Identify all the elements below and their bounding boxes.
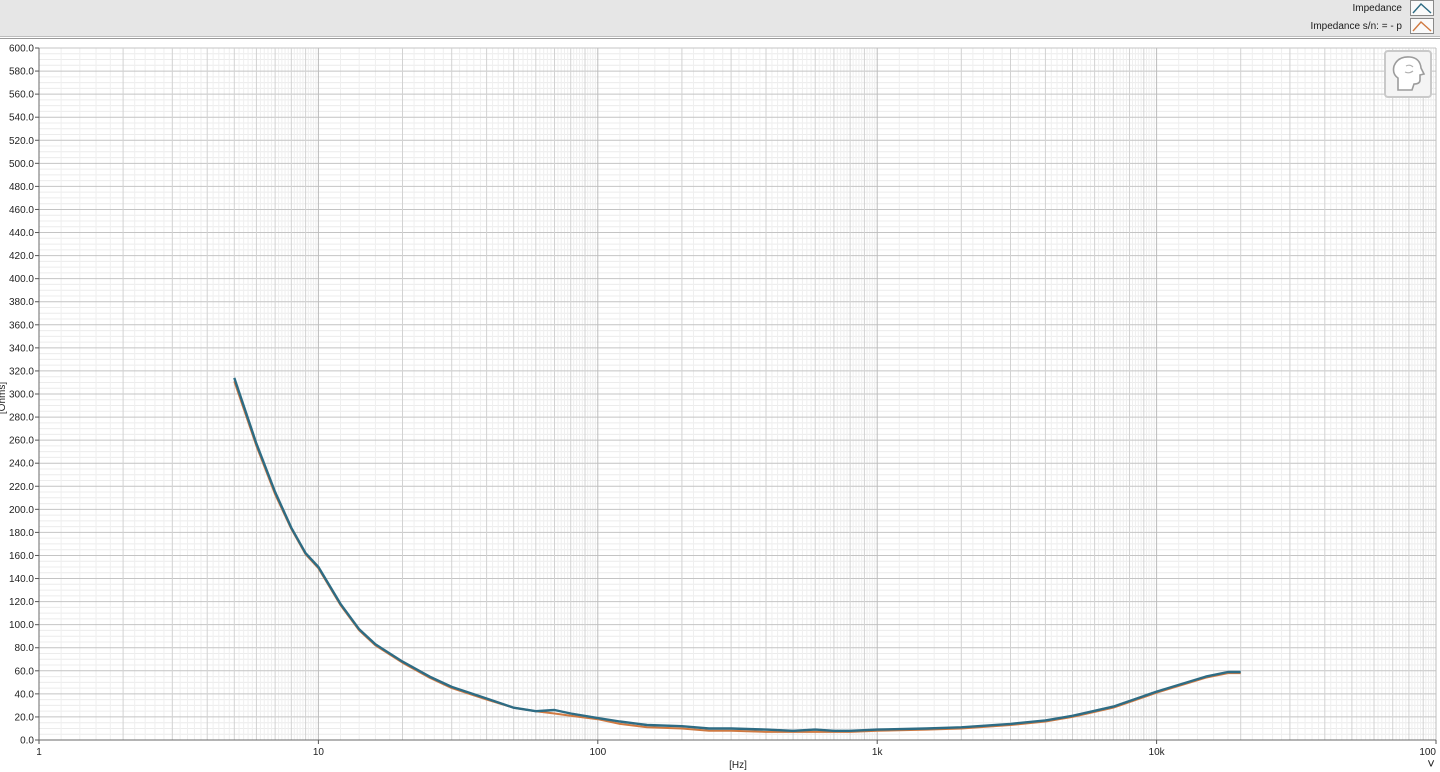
y-tick-label: 100.0 [9,620,34,631]
y-tick-label: 600.0 [9,44,34,55]
y-tick-label: 440.0 [9,228,34,239]
impedance-chart: 0.0 20.0 40.0 60.0 80.0 100.0 120.0 140.0 160.0 1… [0,44,1437,771]
y-tick-label: 280.0 [9,413,34,424]
y-tick-label: 160.0 [9,551,34,562]
y-tick-label: 460.0 [9,205,34,216]
y-tick-label: 180.0 [9,528,34,539]
y-tick-label: 260.0 [9,436,34,447]
y-tick-label: 400.0 [9,274,34,285]
y-tick-label: 120.0 [9,597,34,608]
y-tick-label: 0.0 [20,736,34,747]
y-axis-label: [Ohms] [0,382,8,414]
x-tick-label: 1k [872,747,884,758]
y-tick-label: 40.0 [15,689,35,700]
x-tick-label: 1 [36,747,42,758]
y-tick-label: 140.0 [9,574,34,585]
y-tick-label: 20.0 [15,712,35,723]
y-tick-label: 380.0 [9,297,34,308]
y-tick-label: 60.0 [15,666,35,677]
series-line-0 [233,377,1241,732]
x-axis-label: [Hz] [729,760,747,771]
chevron-down-icon[interactable]: ˅ [1424,757,1438,770]
y-tick-label: 320.0 [9,366,34,377]
x-tick-label: 10k [1149,747,1166,758]
y-tick-label: 540.0 [9,113,34,124]
y-axis-ticks: 0.0 20.0 40.0 60.0 80.0 100.0 120.0 140.0 160.0 1… [9,44,39,747]
y-tick-label: 500.0 [9,159,34,170]
y-tick-label: 200.0 [9,505,34,516]
y-tick-label: 360.0 [9,320,34,331]
y-tick-label: 80.0 [15,643,35,654]
y-tick-label: 240.0 [9,459,34,470]
y-tick-label: 520.0 [9,136,34,147]
y-tick-label: 580.0 [9,67,34,78]
x-axis-ticks: 1 10 100 1k 10k 100 [36,740,1437,758]
y-tick-label: 560.0 [9,90,34,101]
y-tick-label: 480.0 [9,182,34,193]
y-tick-label: 340.0 [9,343,34,354]
x-tick-label: 100 [589,747,606,758]
y-tick-label: 220.0 [9,482,34,493]
y-tick-label: 300.0 [9,390,34,401]
series-group [233,377,1241,733]
x-tick-label: 10 [313,747,325,758]
head-logo-icon [1384,50,1432,98]
y-tick-label: 420.0 [9,251,34,262]
